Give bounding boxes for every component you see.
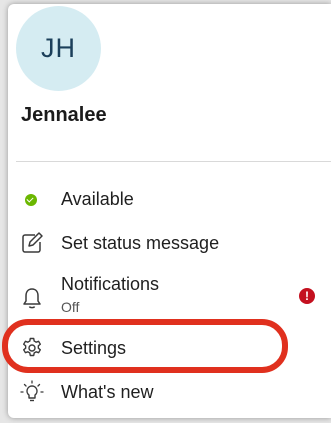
menu-item-settings[interactable]: Settings xyxy=(8,330,331,366)
divider xyxy=(16,161,331,162)
avatar-initials: JH xyxy=(41,33,76,63)
gear-icon xyxy=(23,337,41,357)
menu-item-set-status-message[interactable]: Set status message xyxy=(8,226,331,262)
check-circle-icon xyxy=(25,194,37,206)
user-name: Jennalee xyxy=(21,104,107,126)
notifications-label: Notifications xyxy=(61,274,160,294)
whats-new-label: What's new xyxy=(61,382,154,402)
profile-menu-panel: JH Jennalee Available Set status message… xyxy=(8,4,331,418)
menu-item-availability[interactable]: Available xyxy=(8,182,331,218)
bell-icon xyxy=(23,288,41,309)
menu-item-whats-new[interactable]: What's new xyxy=(8,374,331,410)
set-status-message-label: Set status message xyxy=(61,233,220,253)
alert-badge: ! xyxy=(299,288,315,304)
settings-label: Settings xyxy=(61,338,127,358)
availability-label: Available xyxy=(61,189,134,209)
notifications-status: Off xyxy=(61,299,80,315)
lightbulb-icon xyxy=(20,380,44,402)
avatar[interactable]: JH xyxy=(16,6,101,91)
edit-message-icon xyxy=(22,232,43,253)
menu-item-notifications[interactable]: Notifications Off ! xyxy=(8,270,331,322)
